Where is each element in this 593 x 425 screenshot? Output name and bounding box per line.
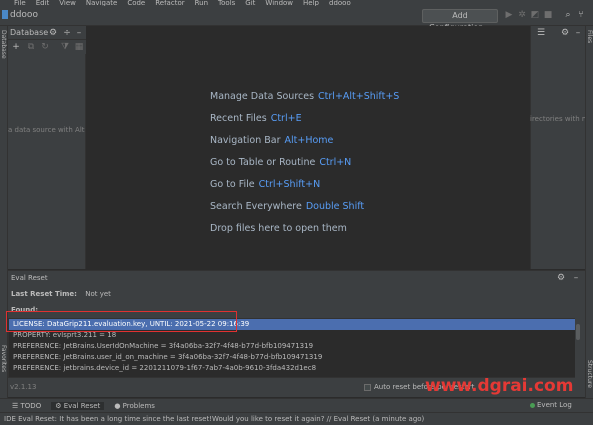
table-icon[interactable]: ▦ — [74, 42, 84, 52]
welcome-item: Search Everywhere Double Shift — [210, 201, 365, 212]
stop-icon[interactable]: ■ — [543, 10, 553, 20]
tab-eval-reset[interactable]: ⚙ Eval Reset — [51, 401, 105, 410]
project-name[interactable]: ddooo — [10, 10, 38, 20]
add-icon[interactable]: + — [11, 42, 21, 52]
settings-icon[interactable]: ⚙ — [48, 28, 58, 38]
add-configuration-button[interactable]: Add Configuration... — [422, 9, 498, 32]
debug-icon[interactable]: ✲ — [517, 10, 527, 20]
shortcut: Alt+Home — [284, 135, 334, 146]
list-item[interactable]: PREFERENCE: jetbrains.device_id = 220121… — [9, 363, 575, 374]
settings-icon[interactable]: ⚙ — [560, 28, 570, 38]
favorites-tool-tab[interactable]: Favorites — [0, 345, 7, 372]
minimize-icon[interactable]: – — [74, 28, 84, 38]
event-log-button[interactable]: Event Log — [537, 401, 572, 409]
database-empty-hint: a data source with Alt — [8, 126, 85, 134]
shortcut: Double Shift — [305, 201, 365, 212]
status-bar: IDE Eval Reset: It has been a long time … — [0, 412, 593, 425]
welcome-hints: Manage Data Sources Ctrl+Alt+Shift+S Rece… — [210, 91, 470, 245]
event-log-icon — [530, 403, 535, 408]
welcome-item: Recent Files Ctrl+E — [210, 113, 302, 124]
welcome-item: Navigation Bar Alt+Home — [210, 135, 334, 146]
last-reset-label: Last Reset Time: — [11, 290, 77, 298]
files-tool-tab[interactable]: Files — [586, 30, 593, 43]
eval-reset-title: Eval Reset — [11, 274, 48, 282]
coverage-icon[interactable]: ◩ — [530, 10, 540, 20]
last-reset-row: Last Reset Time: Not yet — [11, 290, 111, 298]
welcome-item: Drop files here to open them — [210, 223, 347, 234]
git-icon[interactable]: ⑂ — [576, 10, 586, 20]
minimize-icon[interactable]: – — [573, 28, 583, 38]
list-item[interactable]: PREFERENCE: JetBrains.user_id_on_machine… — [9, 352, 575, 363]
plugin-version: v2.1.13 — [10, 383, 37, 391]
tab-problems[interactable]: ● Problems — [114, 402, 155, 410]
bottom-tool-tabs: ☰ TODO ⚙ Eval Reset ● Problems — [0, 398, 593, 412]
run-icon[interactable]: ▶ — [504, 10, 514, 20]
files-empty-hint: irectories with m — [530, 115, 585, 123]
database-tool-tab[interactable]: Database — [0, 30, 7, 59]
folder-icon — [2, 10, 8, 19]
shortcut: Ctrl+E — [270, 113, 302, 124]
shortcut: Ctrl+Alt+Shift+S — [318, 91, 400, 102]
watermark-text: www.dgrai.com — [425, 376, 574, 396]
structure-tool-tab[interactable]: Structure — [586, 360, 593, 388]
files-panel — [530, 26, 585, 269]
right-tool-strip — [585, 26, 593, 406]
shortcut: Ctrl+N — [319, 157, 352, 168]
database-panel — [8, 54, 86, 269]
search-icon[interactable]: ⌕ — [563, 10, 573, 20]
welcome-item: Go to File Ctrl+Shift+N — [210, 179, 321, 190]
minimize-icon[interactable]: – — [571, 273, 581, 283]
shortcut: Ctrl+Shift+N — [258, 179, 321, 190]
eval-reset-header — [8, 270, 585, 284]
collapse-icon[interactable]: ÷ — [62, 28, 72, 38]
list-item[interactable]: PREFERENCE: JetBrains.UserIdOnMachine = … — [9, 341, 575, 352]
last-reset-value: Not yet — [85, 290, 111, 298]
highlight-box — [6, 311, 237, 332]
refresh-icon[interactable]: ↻ — [40, 42, 50, 52]
tab-todo[interactable]: ☰ TODO — [12, 402, 41, 410]
scrollbar-thumb[interactable] — [576, 324, 580, 340]
welcome-item: Go to Table or Routine Ctrl+N — [210, 157, 352, 168]
welcome-item: Manage Data Sources Ctrl+Alt+Shift+S — [210, 91, 400, 102]
database-panel-title: Database — [10, 28, 49, 37]
auto-reset-checkbox[interactable] — [364, 383, 371, 391]
copy-icon[interactable]: ⧉ — [26, 42, 36, 52]
settings-icon[interactable]: ⚙ — [556, 273, 566, 283]
filter-icon[interactable]: ⧩ — [60, 42, 70, 52]
layout-icon[interactable]: ☰ — [536, 28, 546, 38]
